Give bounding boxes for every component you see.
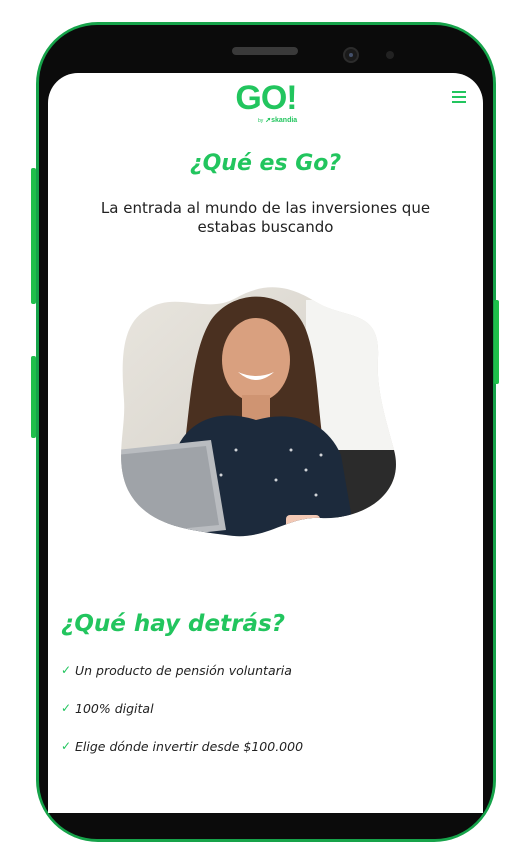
earpiece-speaker [232,47,298,55]
page-title: ¿Qué es Go? [189,151,342,176]
list-item: ✓ Un producto de pensión voluntaria [61,663,292,678]
go-logo[interactable]: GO! by ➚skandia [226,79,306,124]
front-camera-icon [343,47,359,63]
volume-down-button [31,356,36,438]
list-item: ✓ Elige dónde invertir desde $100.000 [61,739,304,754]
proximity-sensor [386,51,394,59]
volume-up-button [31,168,36,304]
list-item: ✓ 100% digital [61,701,154,716]
power-button [494,300,499,384]
check-icon: ✓ [61,701,72,715]
check-icon: ✓ [61,739,72,753]
hero-photo [121,287,396,537]
phone-screen: GO! by ➚skandia ¿Qué es Go? La entrada a… [48,73,483,813]
hamburger-menu-icon[interactable] [452,91,466,103]
feature-list: ✓ Un producto de pensión voluntaria ✓ 10… [61,663,303,777]
section-title: ¿Qué hay detrás? [61,611,286,637]
check-icon: ✓ [61,663,72,677]
page-subtitle: La entrada al mundo de las inversiones q… [100,199,431,236]
logo-wordmark: GO! [235,79,297,117]
logo-byline: by ➚skandia [258,117,298,124]
